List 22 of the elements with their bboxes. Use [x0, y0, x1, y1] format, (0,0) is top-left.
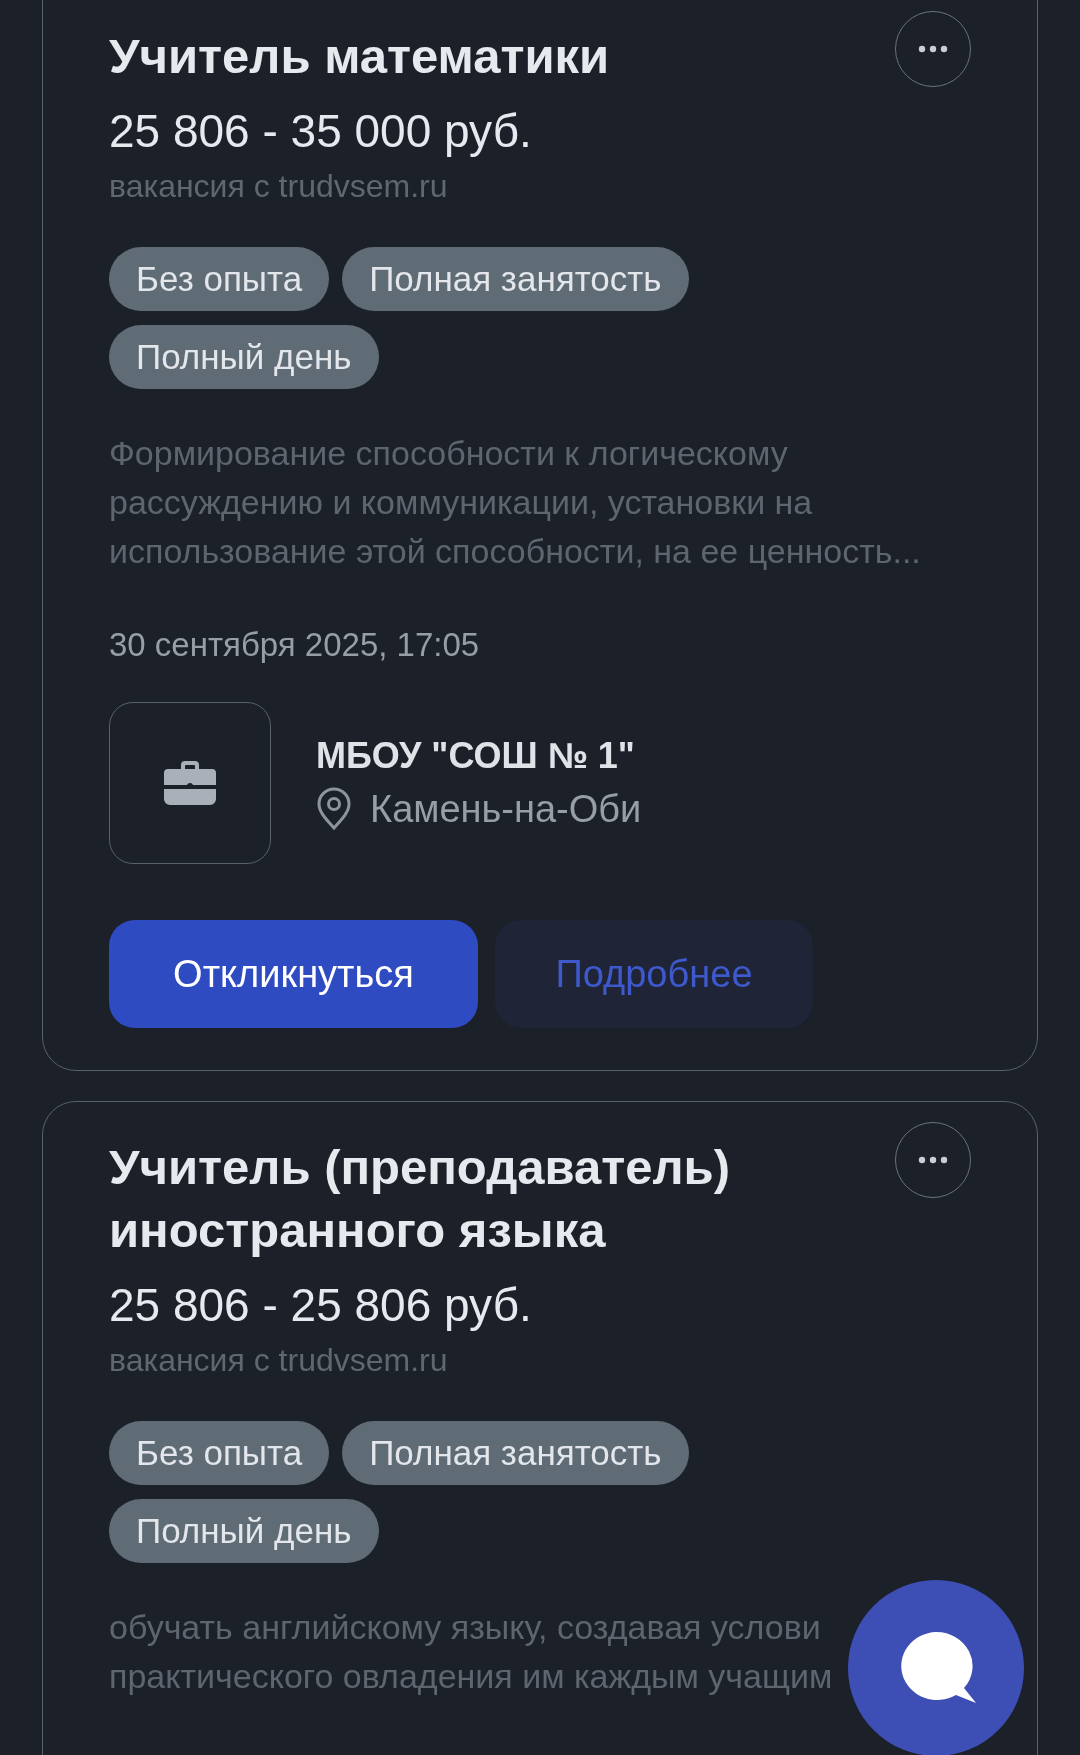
employer-name: МБОУ "СОШ № 1" [316, 735, 636, 777]
salary: 25 806 - 35 000 руб. [109, 104, 533, 159]
employer-city: Камень-на-Оби [370, 787, 642, 831]
more-icon [918, 1156, 948, 1164]
location-pin-icon [316, 787, 352, 831]
vacancy-description: Формирование способности к логическому рассуждению и коммуникации, установки на использование этой способности, на ее ценность... [109, 433, 921, 572]
tag: Без опыта [109, 247, 330, 311]
tag: Полная занятость [342, 1421, 689, 1485]
vacancy-source: вакансия с trudvsem.ru [109, 1342, 449, 1379]
vacancy-title: Учитель математики [109, 28, 610, 85]
briefcase-icon [164, 759, 216, 807]
vacancy-title: Учитель (преподаватель) иностранного языка [109, 1139, 731, 1259]
respond-button[interactable]: Откликнуться [109, 920, 478, 1028]
tag: Полная занятость [342, 247, 689, 311]
tag: Без опыта [109, 1421, 330, 1485]
salary: 25 806 - 25 806 руб. [109, 1278, 533, 1333]
tag: Полный день [109, 1499, 379, 1563]
more-icon [918, 45, 948, 53]
vacancy-date: 30 сентября 2025, 17:05 [109, 626, 481, 664]
vacancy-source: вакансия с trudvsem.ru [109, 168, 449, 205]
vacancy-description: обучать английскому языку, создавая услови практического овладения им каждым учащим [109, 1607, 833, 1697]
tag: Полный день [109, 325, 379, 389]
